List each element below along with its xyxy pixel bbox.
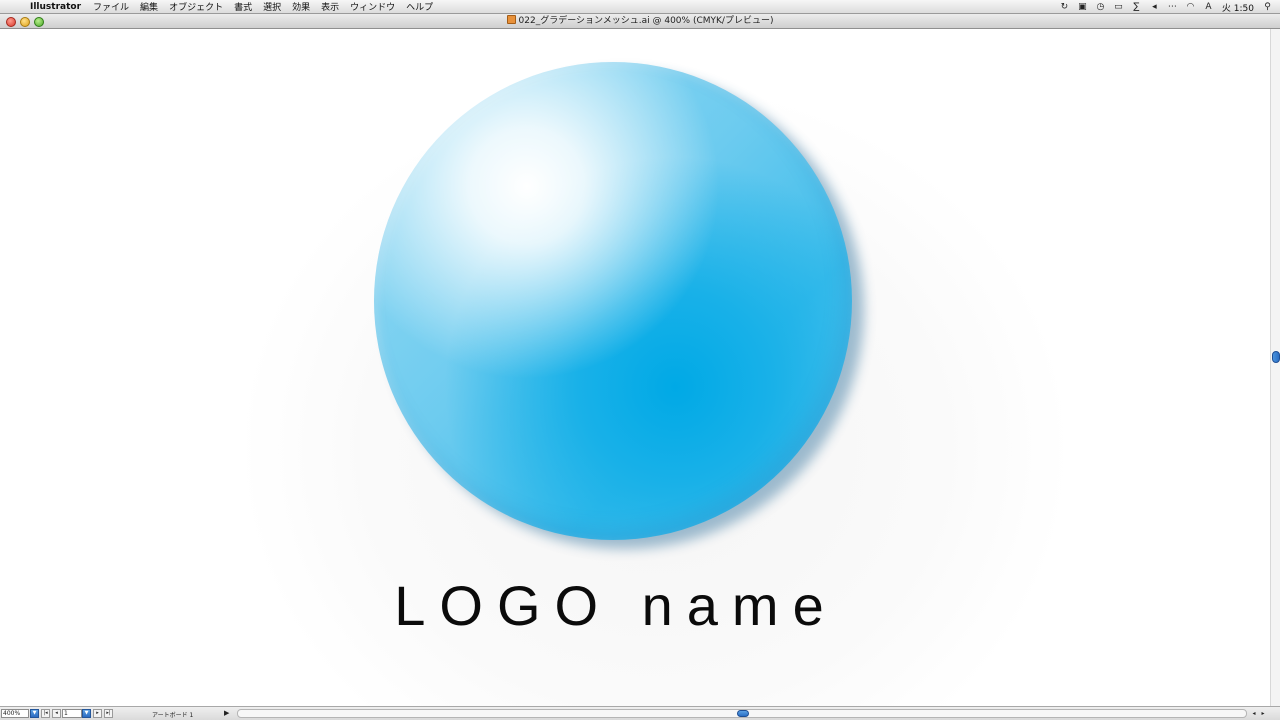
menu-file[interactable]: ファイル — [93, 0, 129, 13]
vertical-scroll-thumb[interactable] — [1272, 351, 1280, 363]
scroll-right-arrow-icon[interactable]: ▸ — [1259, 709, 1267, 718]
sync-icon[interactable]: ↻ — [1060, 2, 1069, 12]
zoom-level-field[interactable]: 400% — [1, 709, 29, 718]
app-menu[interactable]: Illustrator — [26, 2, 81, 12]
menu-type[interactable]: 書式 — [234, 0, 252, 13]
horizontal-scroll-thumb[interactable] — [737, 710, 749, 717]
more-icon[interactable]: ⋯ — [1168, 2, 1177, 12]
spotlight-icon[interactable]: ⚲ — [1263, 2, 1272, 12]
last-artboard-button[interactable]: ▸| — [104, 709, 113, 718]
menu-edit[interactable]: 編集 — [140, 0, 158, 13]
artboard-dropdown-button[interactable]: ▼ — [82, 709, 91, 718]
zoom-dropdown-button[interactable]: ▼ — [30, 709, 39, 718]
menu-window[interactable]: ウィンドウ — [350, 0, 395, 13]
menu-extras: ↻ ▣ ◷ ▭ ∑ ◂ ⋯ ◠ A 火 1:50 ⚲ — [1060, 0, 1272, 14]
menu-effect[interactable]: 効果 — [292, 0, 310, 13]
menu-help[interactable]: ヘルプ — [406, 0, 433, 13]
artboard-canvas[interactable]: LOGO name — [0, 29, 1270, 706]
document-title: 022_グラデーションメッシュ.ai @ 400% (CMYK/プレビュー) — [0, 15, 1280, 28]
clipboard-icon[interactable]: ▣ — [1078, 2, 1087, 12]
wifi-icon[interactable]: ◠ — [1186, 2, 1195, 12]
display-icon[interactable]: ▭ — [1114, 2, 1123, 12]
status-menu-arrow-icon[interactable]: ▶ — [224, 709, 229, 718]
logo-text[interactable]: LOGO name — [0, 571, 1232, 641]
horizontal-scrollbar[interactable] — [237, 709, 1247, 718]
bluetooth-icon[interactable]: ∑ — [1132, 2, 1141, 12]
window-title-bar[interactable]: 022_グラデーションメッシュ.ai @ 400% (CMYK/プレビュー) — [0, 14, 1280, 29]
previous-artboard-button[interactable]: ◂ — [52, 709, 61, 718]
menu-bar: Illustrator ファイル 編集 オブジェクト 書式 選択 効果 表示 ウ… — [0, 0, 1280, 14]
menu-select[interactable]: 選択 — [263, 0, 281, 13]
time-machine-icon[interactable]: ◷ — [1096, 2, 1105, 12]
volume-icon[interactable]: ◂ — [1150, 2, 1159, 12]
gradient-mesh-sphere[interactable] — [374, 62, 852, 540]
status-bar: 400% ▼ |◂ ◂ 1 ▼ ▸ ▸| アートボード 1 ▶ ◂ ▸ — [0, 706, 1280, 720]
scroll-left-arrow-icon[interactable]: ◂ — [1250, 709, 1258, 718]
menu-object[interactable]: オブジェクト — [169, 0, 223, 13]
menu-view[interactable]: 表示 — [321, 0, 339, 13]
first-artboard-button[interactable]: |◂ — [41, 709, 50, 718]
document-icon[interactable] — [506, 15, 516, 24]
next-artboard-button[interactable]: ▸ — [93, 709, 102, 718]
vertical-scrollbar[interactable] — [1270, 29, 1280, 706]
artboard-name-label: アートボード 1 — [152, 712, 194, 719]
document-title-text: 022_グラデーションメッシュ.ai @ 400% (CMYK/プレビュー) — [518, 16, 774, 26]
menu-clock[interactable]: 火 1:50 — [1222, 1, 1254, 14]
artboard-number-field[interactable]: 1 — [62, 709, 82, 718]
input-menu-icon[interactable]: A — [1204, 2, 1213, 12]
